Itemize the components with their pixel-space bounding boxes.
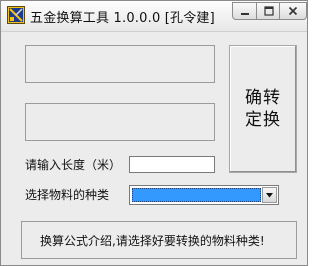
material-type-label: 选择物料的种类 — [25, 188, 110, 202]
maximize-button[interactable] — [256, 2, 280, 20]
minimize-icon — [241, 13, 249, 15]
convert-button[interactable]: 确转定换 — [229, 45, 297, 173]
result-box-2 — [25, 103, 215, 141]
app-window: 五金换算工具 1.0.0.0 [孔令建] 确转定换 请输入长度（米） 选择物料的… — [0, 0, 308, 266]
result-box-1 — [25, 45, 215, 83]
dropdown-button[interactable] — [262, 187, 277, 203]
window-title: 五金换算工具 1.0.0.0 [孔令建] — [30, 11, 215, 26]
minimize-button[interactable] — [232, 2, 257, 20]
chevron-down-icon — [266, 192, 273, 197]
formula-info-panel: 换算公式介绍,请选择好要转换的物料种类! — [21, 221, 297, 259]
close-button[interactable] — [279, 2, 307, 20]
close-icon — [288, 6, 298, 16]
length-input[interactable] — [129, 156, 215, 173]
title-bar[interactable]: 五金换算工具 1.0.0.0 [孔令建] — [1, 1, 307, 32]
maximize-icon — [263, 6, 274, 16]
formula-info-text: 换算公式介绍,请选择好要转换的物料种类! — [40, 233, 265, 248]
length-label: 请输入长度（米） — [25, 158, 122, 172]
convert-button-label: 确转定换 — [245, 88, 281, 130]
material-type-selected — [132, 188, 261, 202]
material-type-select[interactable] — [129, 185, 279, 205]
app-icon[interactable] — [7, 6, 25, 24]
